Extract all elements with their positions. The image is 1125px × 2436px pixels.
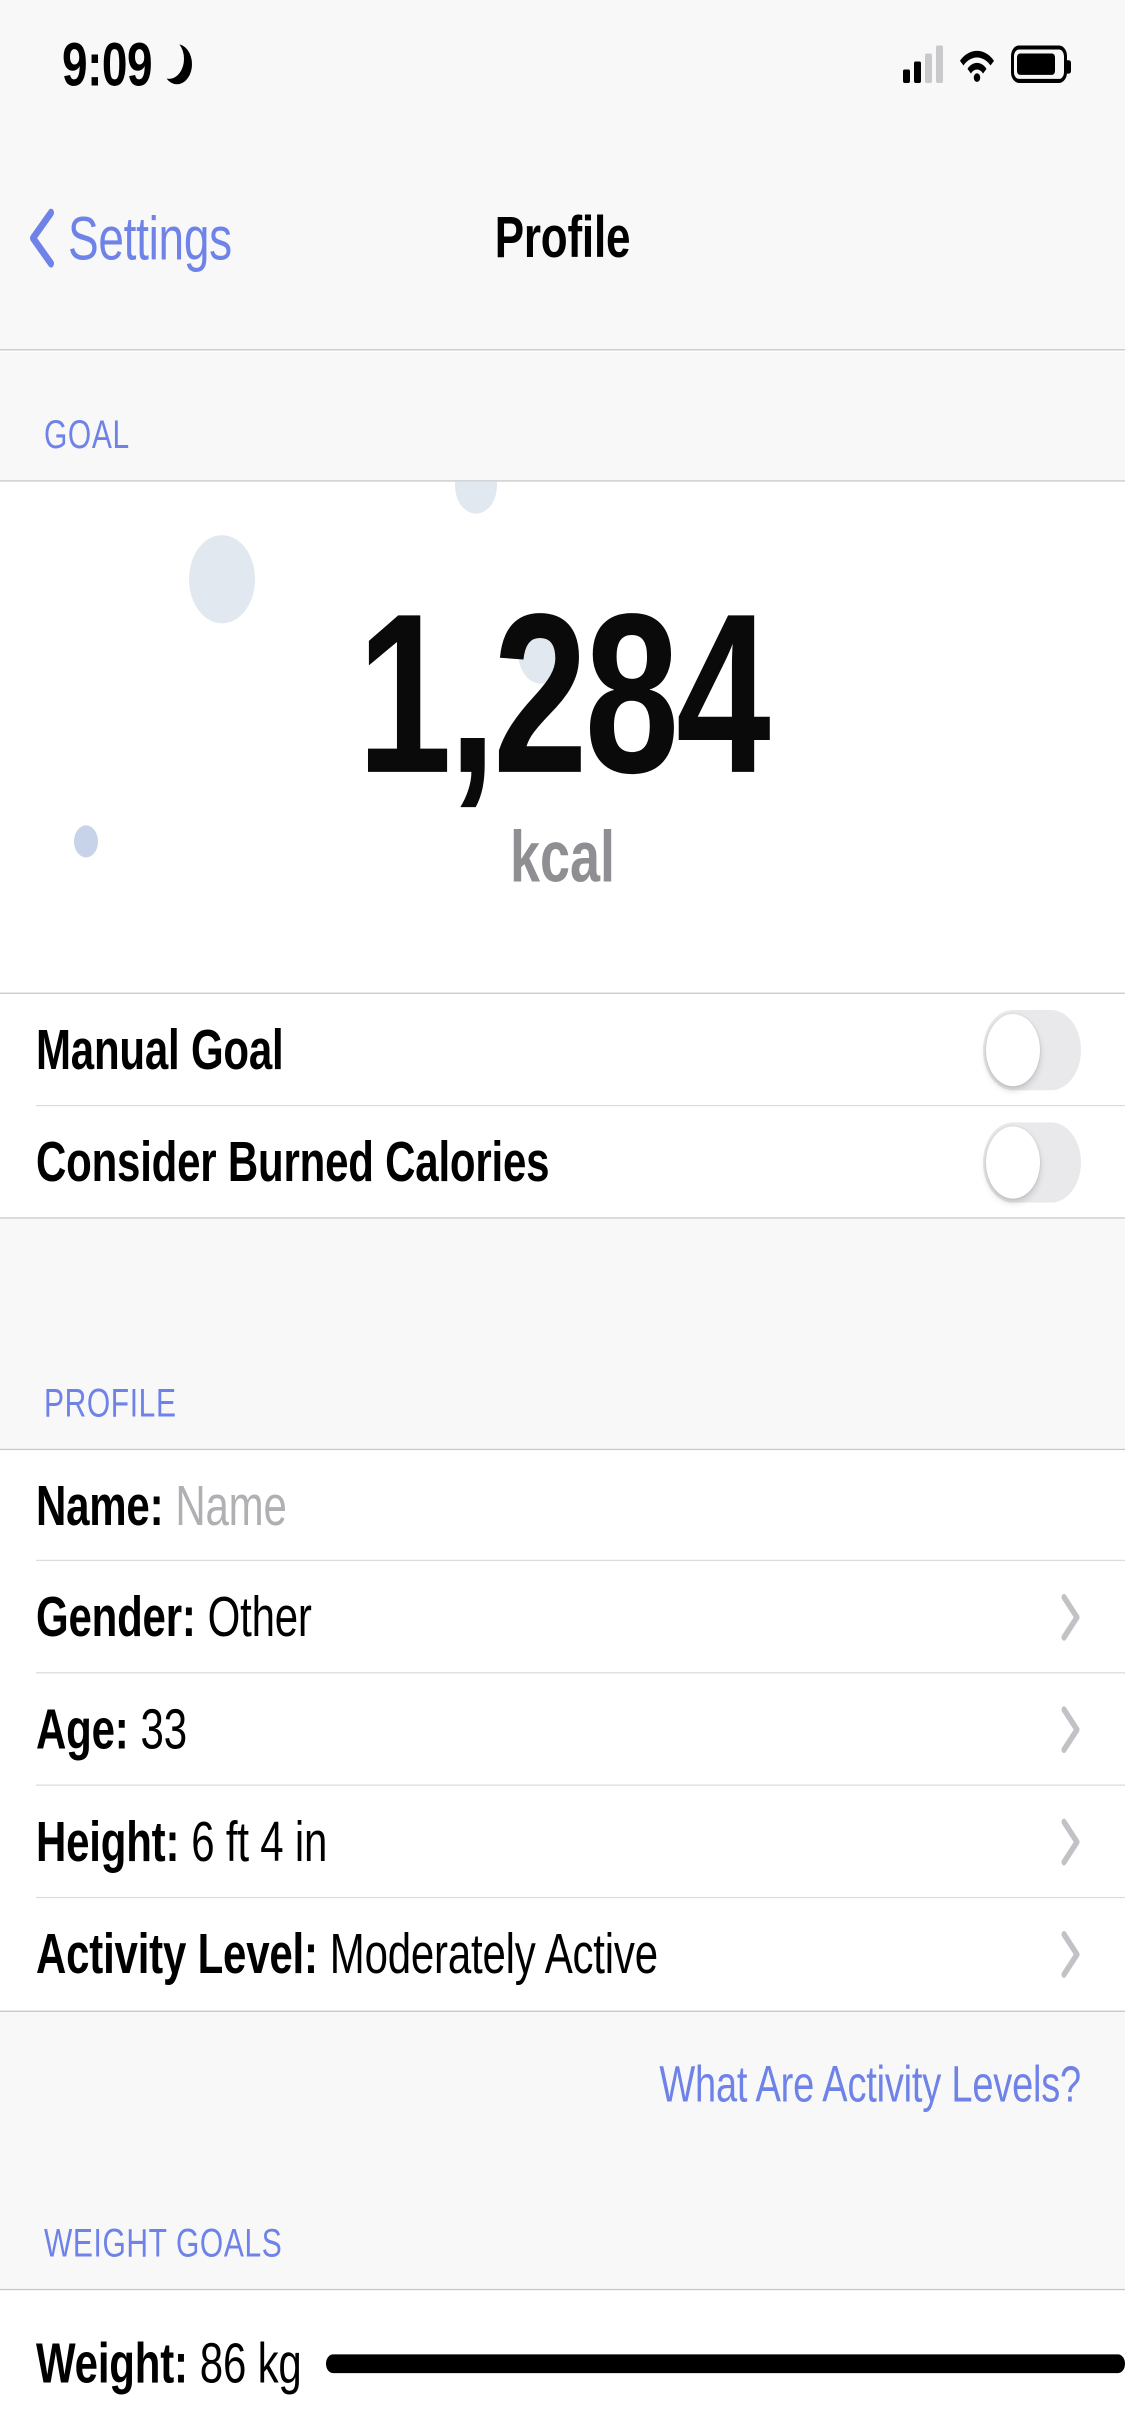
row-age[interactable]: Age: 33 (0, 1673, 1125, 1786)
activity-levels-help-row[interactable]: What Are Activity Levels? (0, 2010, 1125, 2161)
consider-burned-calories-toggle[interactable] (983, 1121, 1081, 1202)
chevron-right-icon (1061, 1593, 1080, 1641)
section-header-profile: PROFILE (0, 1218, 1125, 1449)
section-header-goal: GOAL (0, 351, 1125, 481)
row-weight-value: 86 kg (199, 2330, 302, 2394)
row-weight[interactable]: Weight: 86 kg (0, 2288, 1125, 2436)
activity-levels-help-link[interactable]: What Are Activity Levels? (659, 2057, 1081, 2115)
row-consider-burned-calories-label: Consider Burned Calories (36, 1129, 550, 1193)
status-bar-time: 9:09 (62, 28, 153, 99)
row-height[interactable]: Height: 6 ft 4 in (0, 1785, 1125, 1899)
row-activity-level-value: Moderately Active (329, 1922, 658, 1986)
row-manual-goal-label: Manual Goal (36, 1018, 284, 1081)
row-height-label: Height: (36, 1809, 180, 1873)
row-height-value: 6 ft 4 in (191, 1809, 328, 1873)
row-weight-label: Weight: (36, 2330, 188, 2394)
section-header-profile-label: PROFILE (44, 1381, 177, 1427)
row-activity-level[interactable]: Activity Level: Moderately Active (0, 1898, 1125, 2011)
row-age-label: Age: (36, 1697, 129, 1761)
row-gender[interactable]: Gender: Other (0, 1561, 1125, 1674)
status-bar-left: 9:09 (62, 27, 196, 99)
status-bar-right (903, 44, 1071, 83)
chevron-left-icon (30, 208, 54, 268)
weight-slider[interactable] (325, 2353, 1125, 2373)
row-gender-value: Other (207, 1585, 312, 1649)
battery-icon (1011, 44, 1071, 83)
profile-screen: 9:09 Settings Profile GOAL 1,284 kcal Ma… (0, 0, 1125, 2436)
chevron-right-icon (1061, 1706, 1080, 1754)
back-button[interactable]: Settings (28, 202, 232, 274)
goal-calorie-unit: kcal (509, 817, 616, 898)
section-header-goal-label: GOAL (44, 413, 130, 458)
section-header-weight-goals: WEIGHT GOALS (0, 2160, 1125, 2289)
name-input[interactable]: Name (175, 1474, 286, 1538)
navigation-bar: Settings Profile (0, 127, 1125, 351)
wifi-icon (960, 50, 994, 82)
status-bar: 9:09 (0, 0, 1125, 128)
back-button-label: Settings (68, 203, 232, 273)
chevron-right-icon (1061, 1931, 1080, 1978)
section-header-weight-goals-label: WEIGHT GOALS (44, 2221, 283, 2267)
goal-calorie-value: 1,284 (357, 567, 770, 822)
chevron-right-icon (1061, 1818, 1080, 1866)
crescent-moon-icon (154, 38, 196, 86)
manual-goal-toggle[interactable] (983, 1009, 1081, 1091)
goal-value-block: 1,284 kcal (0, 482, 1125, 993)
row-age-value: 33 (140, 1697, 188, 1761)
cellular-signal-icon (903, 44, 943, 83)
row-name-label: Name: (36, 1473, 164, 1537)
row-gender-label: Gender: (36, 1585, 196, 1649)
goal-hero: 1,284 kcal (0, 480, 1125, 994)
row-manual-goal[interactable]: Manual Goal (0, 993, 1125, 1107)
row-activity-level-label: Activity Level: (36, 1922, 318, 1986)
row-name[interactable]: Name: Name (0, 1448, 1125, 1562)
row-consider-burned-calories[interactable]: Consider Burned Calories (0, 1106, 1125, 1219)
